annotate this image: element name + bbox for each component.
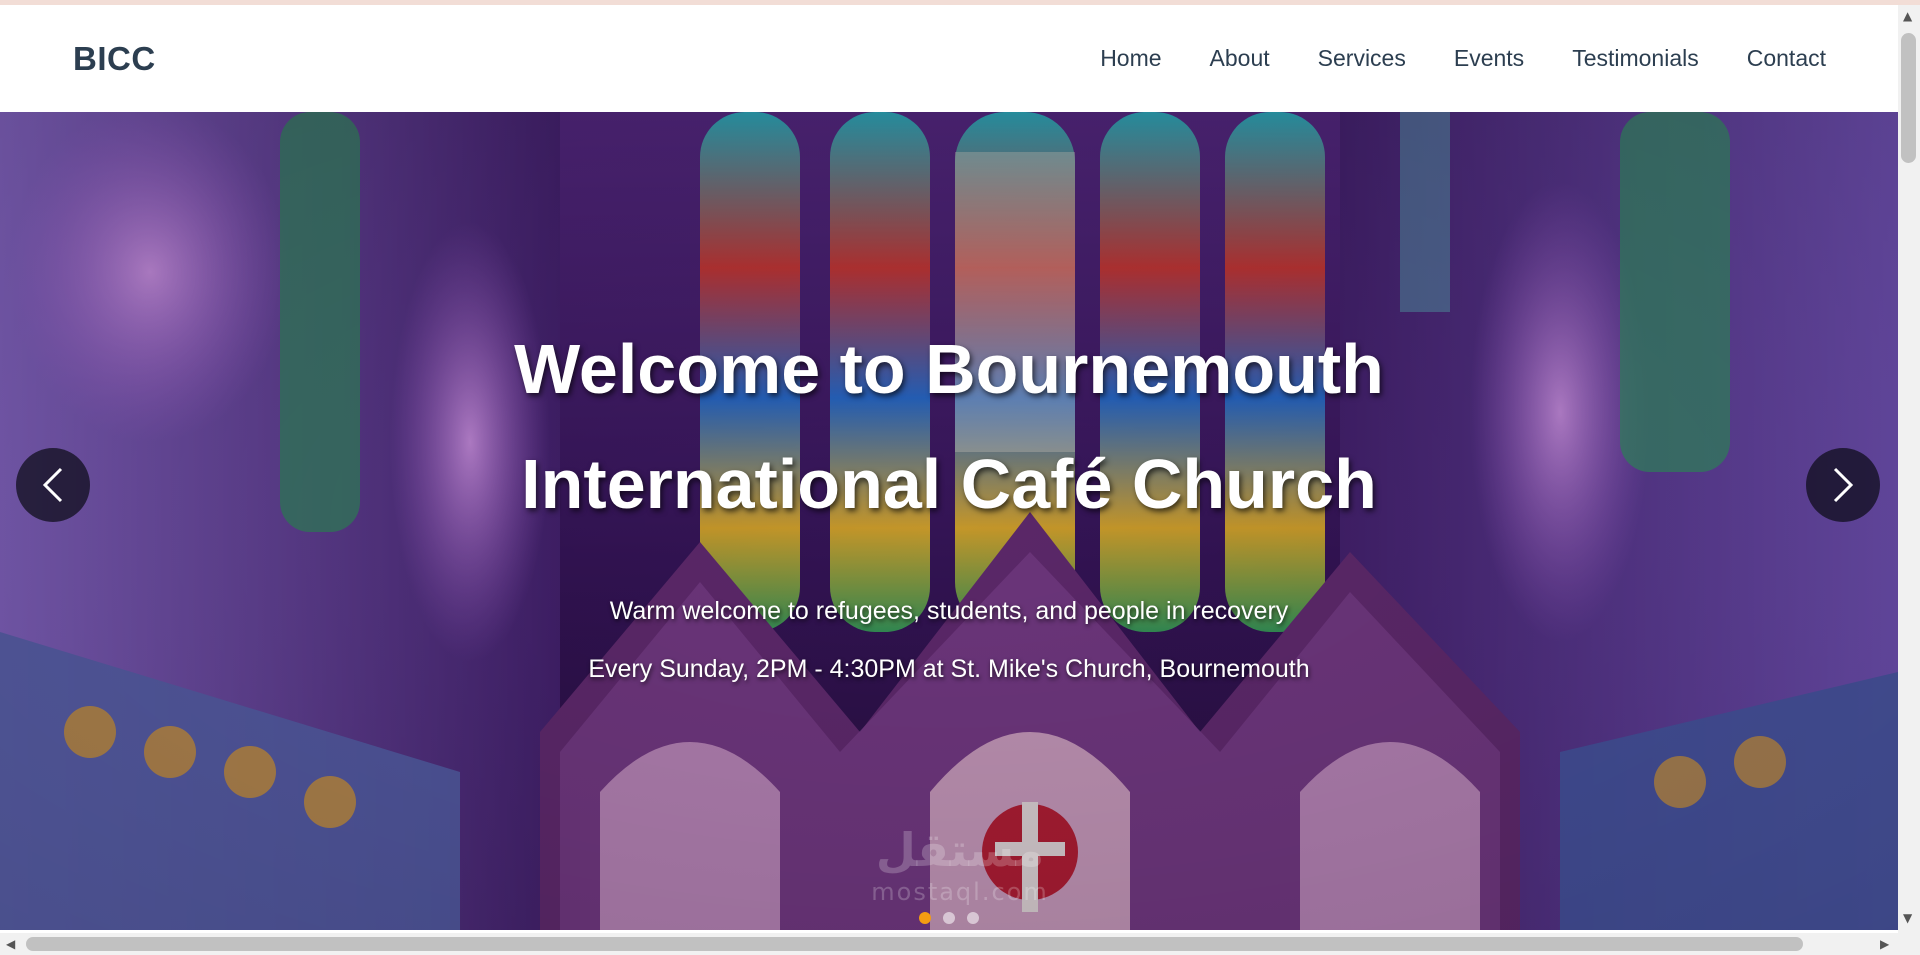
watermark-logo: مستقل xyxy=(875,823,1045,877)
watermark: مستقل mostaql.com xyxy=(845,822,1075,906)
nav-link-services[interactable]: Services xyxy=(1318,45,1406,72)
nav-link-events[interactable]: Events xyxy=(1454,45,1524,72)
hero-title: Welcome to Bournemouth International Caf… xyxy=(514,330,1384,523)
chevron-right-icon xyxy=(1833,467,1854,503)
brand-logo[interactable]: BICC xyxy=(73,40,156,78)
carousel-dot-1[interactable] xyxy=(919,912,931,924)
navbar: BICC Home About Services Events Testimon… xyxy=(0,5,1898,112)
hero-content: Welcome to Bournemouth International Caf… xyxy=(0,312,1898,698)
carousel-dot-2[interactable] xyxy=(943,912,955,924)
watermark-text: mostaql.com xyxy=(871,878,1049,906)
nav-link-contact[interactable]: Contact xyxy=(1747,45,1826,72)
hero-carousel: Welcome to Bournemouth International Caf… xyxy=(0,112,1898,930)
vertical-scrollbar-thumb[interactable] xyxy=(1901,33,1916,163)
hero-schedule: Every Sunday, 2PM - 4:30PM at St. Mike's… xyxy=(588,655,1310,683)
carousel-indicators xyxy=(0,912,1898,924)
scroll-down-icon[interactable]: ▼ xyxy=(1903,912,1912,924)
carousel-prev-button[interactable] xyxy=(16,448,90,522)
nav-menu: Home About Services Events Testimonials … xyxy=(1100,45,1826,72)
nav-link-testimonials[interactable]: Testimonials xyxy=(1572,45,1699,72)
carousel-next-button[interactable] xyxy=(1806,448,1880,522)
scroll-up-icon[interactable]: ▲ xyxy=(1903,10,1912,22)
horizontal-scrollbar-thumb[interactable] xyxy=(26,937,1803,951)
scroll-left-icon[interactable]: ◀ xyxy=(6,938,15,950)
chevron-left-icon xyxy=(42,467,63,503)
nav-link-home[interactable]: Home xyxy=(1100,45,1161,72)
carousel-dot-3[interactable] xyxy=(967,912,979,924)
nav-link-about[interactable]: About xyxy=(1210,45,1270,72)
hero-subtitle: Warm welcome to refugees, students, and … xyxy=(609,597,1289,625)
scrollbar-corner xyxy=(1898,933,1920,955)
scroll-right-icon[interactable]: ▶ xyxy=(1880,938,1889,950)
